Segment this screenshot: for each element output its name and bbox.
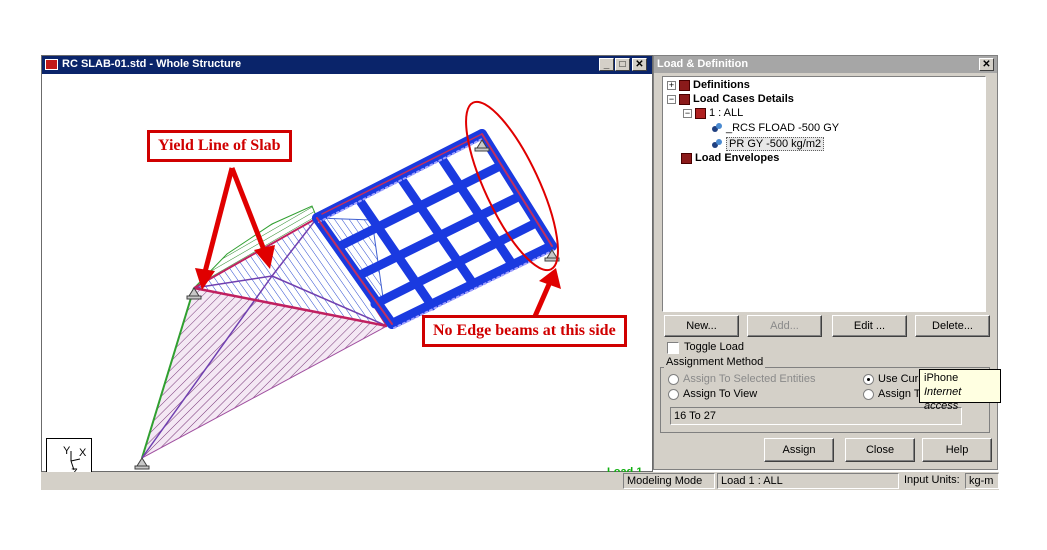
assign-selected-radio[interactable] — [668, 374, 679, 385]
collapse-icon[interactable]: − — [667, 94, 676, 104]
edit-button[interactable]: Edit ... — [832, 315, 907, 337]
status-units-label: Input Units: — [904, 474, 960, 486]
restore-button[interactable]: □ — [615, 58, 630, 71]
status-units: kg-m — [965, 473, 999, 489]
tooltip-line-2: Internet access — [924, 386, 962, 412]
panel-title: Load & Definition — [657, 58, 749, 70]
entity-range-field[interactable]: 16 To 27 — [670, 407, 962, 425]
toggle-load-label: Toggle Load — [684, 341, 744, 353]
load-tree[interactable]: + Definitions − Load Cases Details − 1 :… — [662, 76, 986, 312]
status-bar: Modeling Mode Load 1 : ALL Input Units: … — [41, 472, 999, 490]
axis-x-label: X — [79, 447, 87, 459]
folder-icon — [681, 152, 692, 164]
folder-icon — [679, 93, 690, 105]
tree-item-load-cases[interactable]: − Load Cases Details — [667, 93, 794, 105]
panel-close-button[interactable]: ✕ — [979, 58, 994, 71]
use-cursor-radio[interactable] — [863, 374, 874, 385]
help-button[interactable]: Help — [922, 438, 992, 462]
close-button[interactable]: Close — [845, 438, 915, 462]
close-window-button[interactable]: ✕ — [632, 58, 647, 71]
assign-view-radio[interactable] — [668, 389, 679, 400]
yield-line-callout: Yield Line of Slab — [147, 130, 292, 162]
tree-item-definitions[interactable]: + Definitions — [667, 79, 750, 91]
assign-view-label: Assign To View — [683, 388, 758, 400]
tree-item-label: PR GY -500 kg/m2 — [726, 137, 825, 151]
structure-window-titlebar[interactable]: RC SLAB-01.std - Whole Structure _ □ ✕ — [42, 56, 652, 74]
tree-item-load-case-1[interactable]: − 1 : ALL — [683, 107, 743, 119]
delete-button[interactable]: Delete... — [915, 315, 990, 337]
tree-item-floor-load[interactable]: _RCS FLOAD -500 GY — [711, 122, 839, 134]
assignment-method-label: Assignment Method — [664, 356, 766, 368]
tree-item-pressure-load[interactable]: PR GY -500 kg/m2 — [711, 137, 825, 151]
toggle-load-checkbox[interactable] — [667, 342, 679, 354]
load-case-icon — [695, 107, 706, 119]
tree-item-label: Load Envelopes — [695, 152, 780, 164]
folder-icon — [679, 79, 690, 91]
network-tooltip: iPhone Internet access — [919, 369, 1001, 412]
expand-icon[interactable]: + — [667, 80, 676, 90]
tree-item-label: _RCS FLOAD -500 GY — [726, 122, 840, 134]
structure-viewport[interactable]: Yield Line of Slab No Edge beams at this… — [42, 74, 652, 484]
tree-item-label: Load Cases Details — [693, 93, 794, 105]
load-item-icon — [712, 139, 722, 148]
tree-item-label: 1 : ALL — [709, 107, 744, 119]
assign-to-label: Assign T — [878, 388, 921, 400]
assign-to-radio[interactable] — [863, 389, 874, 400]
add-button[interactable]: Add... — [747, 315, 822, 337]
axis-y-label: Y — [63, 445, 71, 457]
no-edge-beams-callout: No Edge beams at this side — [422, 315, 627, 347]
staad-app-icon — [45, 59, 58, 70]
window-title: RC SLAB-01.std - Whole Structure — [62, 58, 242, 70]
tooltip-line-1: iPhone — [924, 372, 959, 384]
use-cursor-label: Use Curs — [878, 373, 924, 385]
collapse-icon[interactable]: − — [683, 108, 692, 118]
tree-item-load-envelopes[interactable]: Load Envelopes — [681, 152, 779, 164]
assign-selected-label: Assign To Selected Entities — [683, 373, 816, 385]
status-load: Load 1 : ALL — [717, 473, 899, 489]
structure-drawing — [134, 100, 561, 470]
structure-window: RC SLAB-01.std - Whole Structure _ □ ✕ Y… — [41, 55, 653, 484]
panel-titlebar[interactable]: Load & Definition ✕ — [654, 56, 997, 73]
assign-button[interactable]: Assign — [764, 438, 834, 462]
new-button[interactable]: New... — [664, 315, 739, 337]
status-mode: Modeling Mode — [623, 473, 715, 489]
minimize-button[interactable]: _ — [599, 58, 614, 71]
tree-item-label: Definitions — [693, 79, 750, 91]
load-item-icon — [712, 123, 722, 132]
